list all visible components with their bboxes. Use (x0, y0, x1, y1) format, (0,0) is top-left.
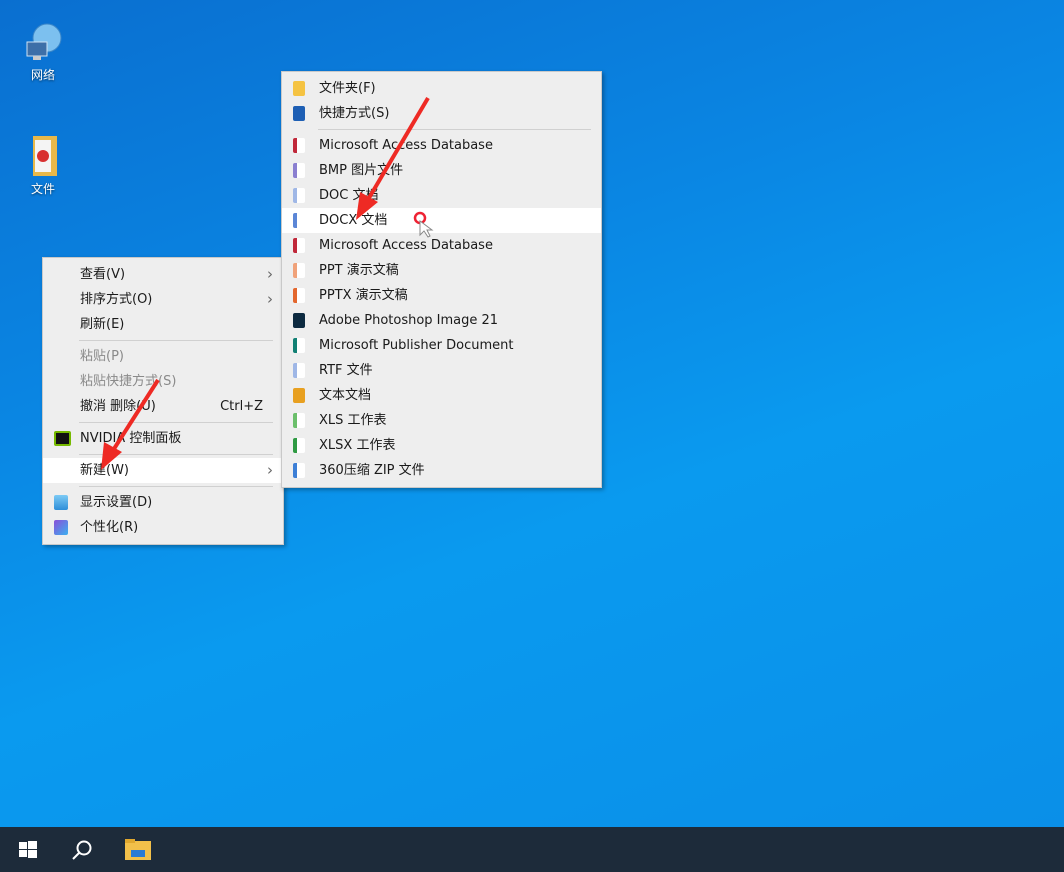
windows-start-icon[interactable] (4, 827, 52, 872)
red-arrow-icon (356, 96, 430, 220)
mouse-cursor-icon (413, 211, 434, 238)
annotation-arrows (101, 96, 434, 470)
file-explorer-icon[interactable] (114, 827, 162, 872)
taskbar (0, 827, 1064, 872)
search-icon[interactable] (58, 827, 106, 872)
red-arrow-icon (101, 378, 160, 470)
